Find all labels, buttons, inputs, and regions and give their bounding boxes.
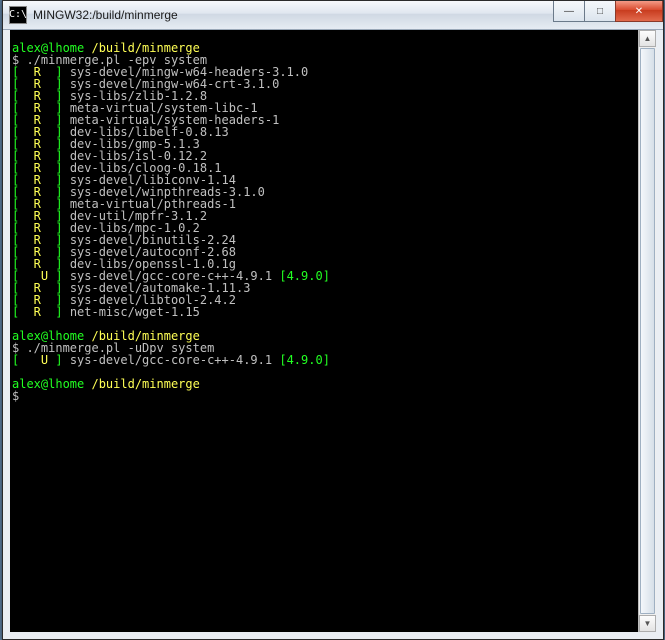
pkg-bracket: ] xyxy=(55,305,69,319)
minimize-button[interactable]: — xyxy=(553,1,585,22)
maximize-button[interactable]: □ xyxy=(584,1,616,22)
pkg-extra: [4.9.0] xyxy=(279,353,330,367)
scroll-up-button[interactable]: ▲ xyxy=(639,30,656,47)
prompt-path: /build/minmerge xyxy=(91,377,199,391)
terminal-output[interactable]: alex@lhome /build/minmerge$ ./minmerge.p… xyxy=(10,30,638,632)
terminal-line: alex@lhome /build/minmerge xyxy=(12,378,636,390)
title-bar[interactable]: C:\ MINGW32:/build/minmerge — □ ✕ xyxy=(3,1,663,30)
pkg-flags: U xyxy=(19,353,55,367)
terminal-line: [ R ] net-misc/wget-1.15 xyxy=(12,306,636,318)
close-button[interactable]: ✕ xyxy=(615,1,663,22)
app-icon: C:\ xyxy=(9,6,27,24)
pkg-name: net-misc/wget-1.15 xyxy=(70,305,200,319)
scroll-down-button[interactable]: ▼ xyxy=(639,615,656,632)
pkg-flags: R xyxy=(19,305,55,319)
application-window: C:\ MINGW32:/build/minmerge — □ ✕ alex@l… xyxy=(2,0,664,640)
window-buttons: — □ ✕ xyxy=(554,1,663,21)
prompt-sign: $ xyxy=(12,389,26,403)
terminal-line: [ U ] sys-devel/gcc-core-c++-4.9.1 [4.9.… xyxy=(12,354,636,366)
pkg-name: sys-devel/gcc-core-c++-4.9.1 xyxy=(70,353,272,367)
terminal-line: $ xyxy=(12,390,636,402)
pkg-bracket: ] xyxy=(55,353,69,367)
vertical-scrollbar[interactable]: ▲ ▼ xyxy=(638,30,656,632)
pkg-extra: [4.9.0] xyxy=(279,269,330,283)
client-area: alex@lhome /build/minmerge$ ./minmerge.p… xyxy=(10,30,656,632)
scroll-thumb[interactable] xyxy=(640,48,655,614)
